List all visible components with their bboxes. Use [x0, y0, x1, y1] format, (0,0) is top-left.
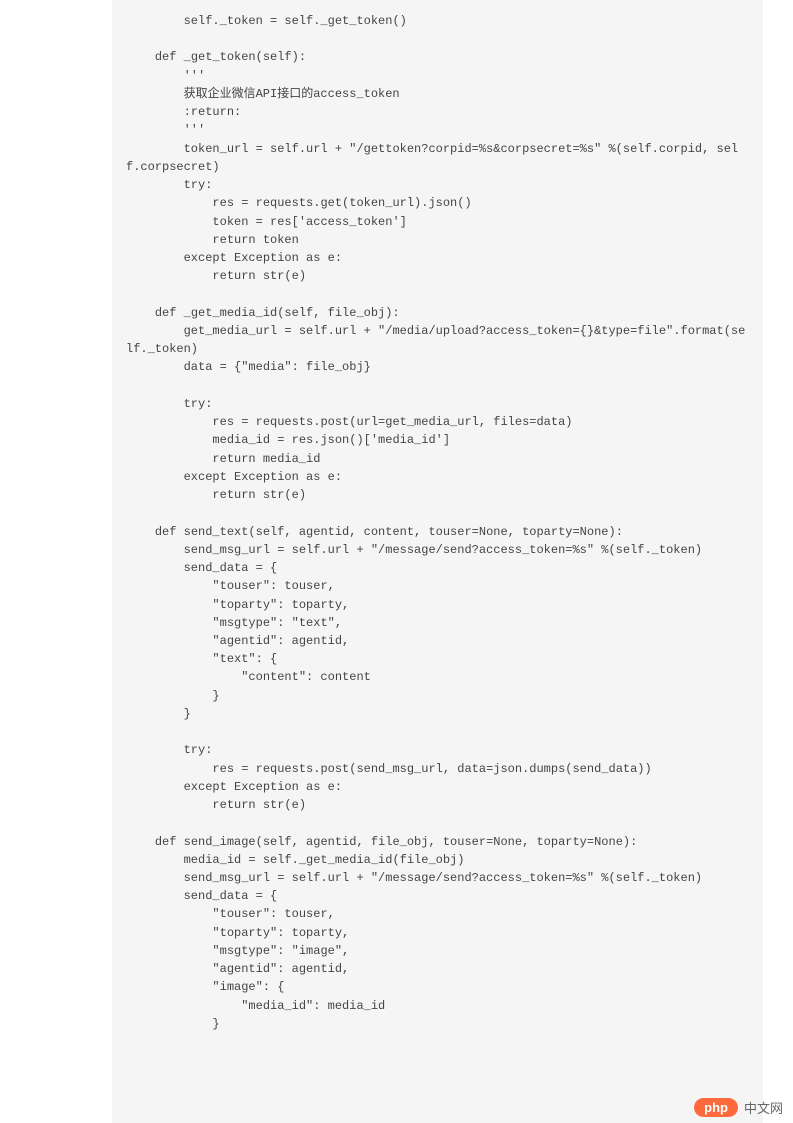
code-block: self._token = self._get_token() def _get…	[112, 0, 763, 1123]
watermark-text: 中文网	[744, 1098, 783, 1117]
watermark: php 中文网	[694, 1098, 783, 1117]
php-badge: php	[694, 1098, 738, 1117]
